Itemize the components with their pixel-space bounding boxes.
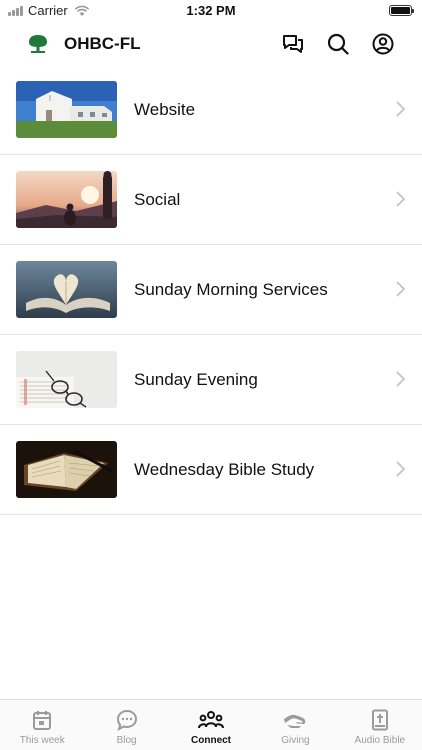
status-bar: Carrier 1:32 PM bbox=[0, 0, 422, 22]
tab-blog[interactable]: Blog bbox=[84, 700, 168, 750]
tab-label: This week bbox=[19, 735, 65, 746]
tab-this-week[interactable]: This week bbox=[0, 700, 84, 750]
chevron-right-icon bbox=[396, 461, 405, 477]
chat-bubbles-icon bbox=[283, 35, 303, 53]
calendar-icon bbox=[33, 710, 52, 730]
battery-icon bbox=[389, 5, 414, 16]
tree-icon bbox=[29, 35, 47, 53]
chat-bubble-icon bbox=[116, 709, 137, 731]
list-item-label: Sunday Evening bbox=[134, 370, 258, 389]
list-item-website[interactable]: Website bbox=[0, 65, 422, 155]
profile-button[interactable] bbox=[370, 31, 396, 57]
thumbnail-glasses-on-bible bbox=[16, 351, 117, 408]
connect-list: Website Social Sunday Morning Services S… bbox=[0, 65, 422, 515]
messages-button[interactable] bbox=[280, 31, 306, 57]
list-item-label: Social bbox=[134, 190, 181, 209]
list-item-label: Website bbox=[134, 100, 196, 119]
tab-giving[interactable]: Giving bbox=[253, 700, 337, 750]
tab-audio-bible[interactable]: Audio Bible bbox=[338, 700, 422, 750]
thumbnail-open-book-heart bbox=[16, 261, 117, 318]
status-time: 1:32 PM bbox=[186, 3, 236, 18]
list-item-sunday-evening[interactable]: Sunday Evening bbox=[0, 335, 422, 425]
search-button[interactable] bbox=[325, 31, 351, 57]
list-item-label: Wednesday Bible Study bbox=[134, 460, 315, 479]
people-icon bbox=[198, 711, 225, 729]
thumbnail-bible-with-pen bbox=[16, 441, 117, 498]
profile-icon bbox=[372, 33, 394, 55]
list-item-label: Sunday Morning Services bbox=[134, 280, 328, 299]
chevron-right-icon bbox=[396, 371, 405, 387]
app-header: OHBC-FL bbox=[0, 22, 422, 66]
tab-connect[interactable]: Connect bbox=[169, 700, 253, 750]
app-title: OHBC-FL bbox=[64, 34, 141, 53]
list-item-wednesday-bible-study[interactable]: Wednesday Bible Study bbox=[0, 425, 422, 515]
thumbnail-sunset-people bbox=[16, 171, 117, 228]
thumbnail-church-building bbox=[16, 81, 117, 138]
chevron-right-icon bbox=[396, 191, 405, 207]
tab-label: Connect bbox=[191, 735, 232, 746]
tab-label: Giving bbox=[281, 735, 310, 746]
list-item-sunday-morning-services[interactable]: Sunday Morning Services bbox=[0, 245, 422, 335]
tab-label: Blog bbox=[116, 735, 137, 746]
search-icon bbox=[327, 33, 349, 55]
tab-label: Audio Bible bbox=[354, 735, 406, 746]
chevron-right-icon bbox=[396, 101, 405, 117]
bible-icon bbox=[371, 709, 388, 731]
list-item-social[interactable]: Social bbox=[0, 155, 422, 245]
giving-hand-icon bbox=[284, 714, 306, 728]
tab-bar: This week Blog Connect Giving Audio Bibl… bbox=[0, 699, 422, 750]
chevron-right-icon bbox=[396, 281, 405, 297]
